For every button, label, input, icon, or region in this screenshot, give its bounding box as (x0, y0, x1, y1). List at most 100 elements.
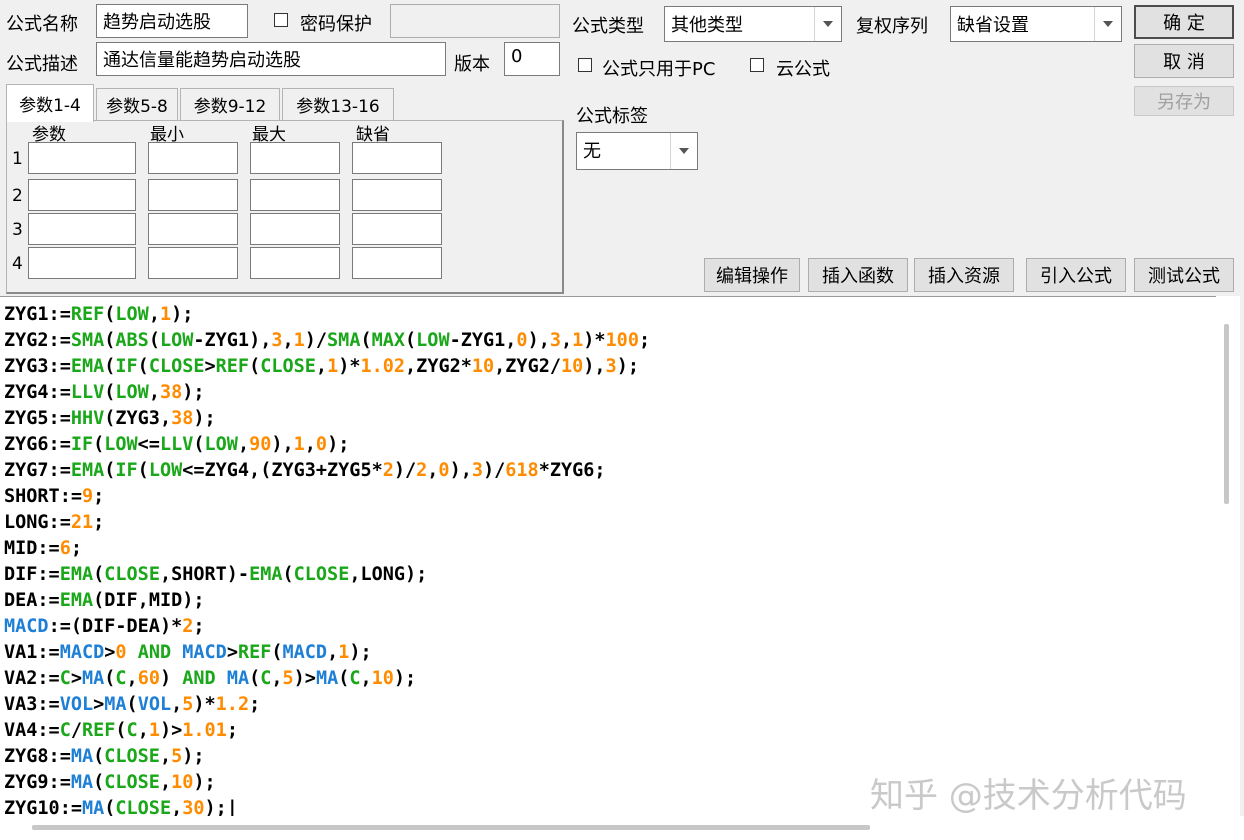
save-as-button[interactable]: 另存为 (1134, 86, 1234, 116)
code-token: / (70, 720, 82, 741)
code-token: VA2:= (4, 668, 60, 689)
formula-tag-value: 无 (583, 141, 601, 162)
code-line[interactable]: ZYG4:=LLV(LOW,38); (4, 382, 205, 403)
param-2-min[interactable] (148, 179, 238, 211)
code-line[interactable]: ZYG2:=SMA(ABS(LOW-ZYG1),3,1)/SMA(MAX(LOW… (4, 330, 650, 351)
code-token: C (126, 720, 138, 741)
test-formula-button[interactable]: 测试公式 (1134, 258, 1234, 292)
code-line[interactable]: VA1:=MACD>0 AND MACD>REF(MACD,1); (4, 642, 372, 663)
formula-desc-field[interactable]: 通达信量能趋势启动选股 (96, 42, 446, 76)
param-2-max[interactable] (250, 179, 340, 211)
code-token: IF (115, 356, 138, 377)
tab-params-13-16[interactable]: 参数13-16 (282, 88, 394, 120)
param-4-default[interactable] (352, 247, 442, 279)
param-2-default[interactable] (352, 179, 442, 211)
code-token: > (93, 694, 105, 715)
formula-type-select[interactable]: 其他类型 (664, 6, 842, 42)
code-token: ZYG8:= (4, 746, 71, 767)
param-1-name[interactable] (28, 142, 136, 174)
horizontal-scrollbar[interactable] (0, 816, 1244, 840)
code-token: 3 (549, 330, 561, 351)
code-token: > (70, 668, 82, 689)
code-line[interactable]: ZYG5:=HHV(ZYG3,38); (4, 408, 216, 429)
code-line[interactable]: DEA:=EMA(DIF,MID); (4, 590, 205, 611)
rights-sequence-value: 缺省设置 (957, 15, 1029, 36)
code-line[interactable]: VA3:=VOL>MA(VOL,5)*1.2; (4, 694, 260, 715)
param-3-min[interactable] (148, 213, 238, 245)
chevron-down-icon[interactable] (814, 7, 841, 41)
password-protect-checkbox[interactable] (274, 13, 288, 27)
chevron-down-icon[interactable] (1094, 7, 1121, 41)
vertical-scroll-thumb[interactable] (1224, 324, 1229, 504)
cancel-button[interactable]: 取 消 (1134, 44, 1234, 78)
code-line[interactable]: ZYG6:=IF(LOW<=LLV(LOW,90),1,0); (4, 434, 349, 455)
import-formula-button[interactable]: 引入公式 (1026, 258, 1126, 292)
code-token: 1 (159, 304, 172, 325)
tab-params-1-4[interactable]: 参数1-4 (6, 84, 94, 122)
code-token: ); (616, 356, 639, 377)
code-token: LONG:= (4, 512, 71, 533)
code-token: 90 (249, 434, 272, 455)
param-1-min[interactable] (148, 142, 238, 174)
code-line[interactable]: DIF:=EMA(CLOSE,SHORT)-EMA(CLOSE,LONG); (4, 564, 427, 585)
code-line[interactable]: MID:=6; (4, 538, 82, 559)
code-token: )* (193, 694, 216, 715)
code-token: ZYG3:= (4, 356, 71, 377)
code-token: 10 (171, 772, 194, 793)
insert-resource-button[interactable]: 插入资源 (914, 258, 1014, 292)
rights-sequence-select[interactable]: 缺省设置 (950, 6, 1122, 42)
code-line[interactable]: MACD:=(DIF-DEA)*2; (4, 616, 205, 637)
code-line[interactable]: ZYG10:=MA(CLOSE,30);| (4, 798, 238, 817)
code-token: LLV (159, 434, 194, 455)
code-token: ,SHORT)- (159, 564, 250, 585)
code-line[interactable]: LONG:=21; (4, 512, 104, 533)
param-3-default[interactable] (352, 213, 442, 245)
code-line[interactable]: ZYG9:=MA(CLOSE,10); (4, 772, 216, 793)
rights-sequence-label: 复权序列 (856, 16, 928, 37)
ok-button[interactable]: 确 定 (1134, 5, 1234, 39)
pc-only-checkbox[interactable] (578, 58, 592, 72)
code-token: 60 (137, 668, 160, 689)
tab-params-5-8[interactable]: 参数5-8 (96, 88, 178, 120)
code-token: ); (193, 408, 216, 429)
version-field[interactable]: 0 (504, 42, 560, 76)
param-1-default[interactable] (352, 142, 442, 174)
param-4-max[interactable] (250, 247, 340, 279)
param-3-max[interactable] (250, 213, 340, 245)
param-2-name[interactable] (28, 179, 136, 211)
chevron-down-icon[interactable] (670, 133, 697, 169)
code-token: (ZYG3, (104, 408, 172, 429)
code-line[interactable]: ZYG8:=MA(CLOSE,5); (4, 746, 205, 767)
code-line[interactable]: VA4:=C/REF(C,1)>1.01; (4, 720, 238, 741)
param-4-min[interactable] (148, 247, 238, 279)
cloud-formula-checkbox[interactable] (750, 58, 764, 72)
code-token: LOW (104, 434, 138, 455)
code-line[interactable]: ZYG3:=EMA(IF(CLOSE>REF(CLOSE,1)*1.02,ZYG… (4, 356, 639, 377)
code-token: LOW (416, 330, 450, 351)
code-line[interactable]: SHORT:=9; (4, 486, 104, 507)
formula-code[interactable]: ZYG1:=REF(LOW,1); ZYG2:=SMA(ABS(LOW-ZYG1… (4, 302, 650, 817)
formula-name-field[interactable]: 趋势启动选股 (96, 4, 248, 38)
horizontal-scroll-thumb[interactable] (32, 825, 870, 830)
code-token: 1 (293, 434, 305, 455)
tab-params-9-12[interactable]: 参数9-12 (180, 88, 280, 120)
code-line[interactable]: VA2:=C>MA(C,60) AND MA(C,5)>MA(C,10); (4, 668, 416, 689)
code-token: ); (193, 772, 216, 793)
code-line[interactable]: ZYG1:=REF(LOW,1); (4, 304, 193, 325)
code-token: 1 (572, 330, 584, 351)
param-3-name[interactable] (28, 213, 136, 245)
code-token: , (427, 460, 439, 481)
formula-tag-select[interactable]: 无 (576, 132, 698, 170)
formula-code-editor[interactable]: ZYG1:=REF(LOW,1); ZYG2:=SMA(ABS(LOW-ZYG1… (0, 296, 1240, 817)
code-token: ; (93, 512, 105, 533)
vertical-scrollbar[interactable] (1216, 296, 1240, 816)
param-row-number: 4 (12, 254, 23, 274)
password-field[interactable] (390, 4, 560, 38)
insert-function-button[interactable]: 插入函数 (808, 258, 908, 292)
param-1-max[interactable] (250, 142, 340, 174)
code-line[interactable]: ZYG7:=EMA(IF(LOW<=ZYG4,(ZYG3+ZYG5*2)/2,0… (4, 460, 606, 481)
edit-operations-button[interactable]: 编辑操作 (704, 258, 800, 292)
code-token: 10 (471, 356, 495, 377)
param-4-name[interactable] (28, 247, 136, 279)
